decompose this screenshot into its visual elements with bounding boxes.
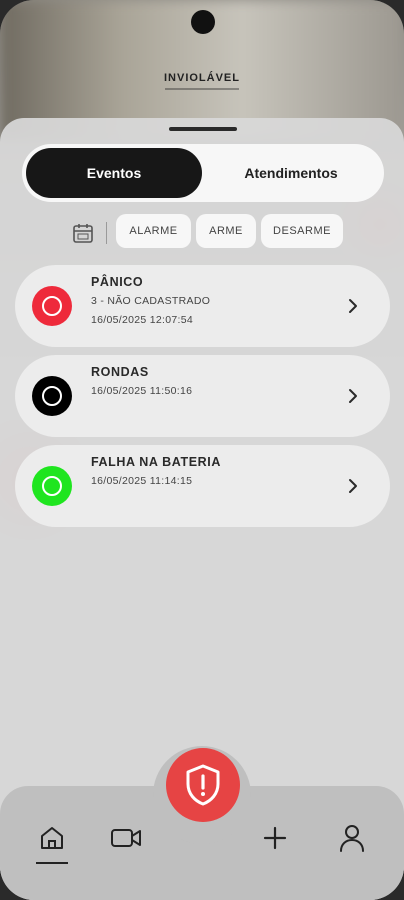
chevron-right-icon	[349, 479, 357, 493]
front-camera	[191, 10, 215, 34]
status-indicator	[32, 466, 72, 506]
filter-divider	[106, 222, 107, 244]
chevron-right-icon	[349, 389, 357, 403]
chevron-right-icon	[349, 299, 357, 313]
event-card[interactable]: RONDAS 16/05/2025 11:50:16	[15, 355, 390, 437]
tab-atendimentos[interactable]: Atendimentos	[202, 148, 380, 198]
home-icon	[41, 827, 63, 849]
tab-eventos[interactable]: Eventos	[26, 148, 202, 198]
status-indicator	[32, 376, 72, 416]
status-indicator	[32, 286, 72, 326]
sheet-drag-handle[interactable]	[169, 127, 237, 131]
event-card[interactable]: PÂNICO 3 - NÃO CADASTRADO 16/05/2025 12:…	[15, 265, 390, 347]
event-card[interactable]: FALHA NA BATERIA 16/05/2025 11:14:15	[15, 445, 390, 527]
nav-profile-button[interactable]	[332, 818, 372, 858]
events-sheet: Eventos Atendimentos ALARME ARME DESARME…	[0, 118, 404, 900]
nav-video-button[interactable]	[106, 818, 146, 858]
user-icon	[340, 825, 364, 852]
screen: INVIOLÁVEL Eventos Atendimentos ALARME A…	[0, 0, 404, 900]
filter-chip-alarme[interactable]: ALARME	[116, 214, 191, 248]
video-icon	[111, 829, 141, 847]
event-title: PÂNICO	[91, 275, 144, 289]
nav-home-button[interactable]	[32, 818, 72, 858]
filter-chip-desarme[interactable]: DESARME	[261, 214, 343, 248]
event-subtitle: 3 - NÃO CADASTRADO	[91, 295, 211, 307]
event-timestamp: 16/05/2025 11:14:15	[91, 475, 193, 487]
panic-button[interactable]	[166, 748, 240, 822]
event-timestamp: 16/05/2025 12:07:54	[91, 314, 194, 326]
event-title: RONDAS	[91, 365, 149, 379]
plus-icon	[263, 826, 287, 850]
event-title: FALHA NA BATERIA	[91, 455, 221, 469]
filter-chip-arme[interactable]: ARME	[196, 214, 256, 248]
tab-switcher: Eventos Atendimentos	[22, 144, 384, 202]
nav-add-button[interactable]	[255, 818, 295, 858]
brand-logo: INVIOLÁVEL	[163, 72, 240, 84]
calendar-icon[interactable]	[72, 222, 94, 244]
brand-logo-underline	[165, 88, 239, 90]
filter-bar: ALARME ARME DESARME	[0, 214, 404, 250]
shield-alert-icon	[186, 764, 220, 806]
event-timestamp: 16/05/2025 11:50:16	[91, 385, 193, 397]
nav-active-indicator	[36, 862, 68, 864]
